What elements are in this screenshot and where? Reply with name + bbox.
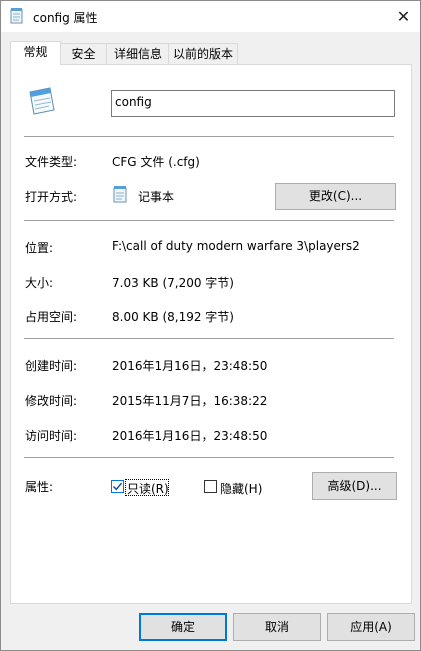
notepad-file-icon bbox=[10, 8, 23, 24]
modified-value: 2015年11月7日，16:38:22 bbox=[112, 394, 268, 408]
separator bbox=[24, 457, 394, 458]
size-on-disk-value: 8.00 KB (8,192 字节) bbox=[112, 310, 234, 324]
notepad-icon bbox=[113, 186, 127, 203]
ok-button[interactable]: 确定 bbox=[139, 613, 227, 641]
close-button[interactable]: ✕ bbox=[387, 1, 420, 32]
properties-window: config 属性 ✕ 常规 安全 详细信息 以前的版本 config 文件类型… bbox=[0, 0, 421, 651]
title-bar[interactable]: config 属性 ✕ bbox=[1, 1, 420, 32]
location-label: 位置: bbox=[25, 241, 54, 255]
file-name-input[interactable]: config bbox=[111, 90, 395, 117]
separator bbox=[24, 136, 394, 137]
cancel-button[interactable]: 取消 bbox=[233, 613, 321, 641]
attributes-label: 属性: bbox=[25, 480, 54, 494]
window-title: config 属性 bbox=[33, 11, 98, 25]
general-panel bbox=[10, 64, 412, 604]
tab-security[interactable]: 安全 bbox=[59, 43, 108, 64]
readonly-label[interactable]: 只读(R) bbox=[127, 480, 169, 497]
change-button[interactable]: 更改(C)... bbox=[275, 183, 396, 210]
accessed-label: 访问时间: bbox=[25, 429, 78, 443]
hidden-checkbox[interactable] bbox=[204, 480, 217, 493]
size-value: 7.03 KB (7,200 字节) bbox=[112, 276, 234, 290]
separator bbox=[24, 220, 394, 221]
separator bbox=[24, 338, 394, 339]
advanced-button[interactable]: 高级(D)... bbox=[312, 472, 397, 500]
notepad-large-icon bbox=[29, 87, 55, 115]
size-on-disk-label: 占用空间: bbox=[25, 310, 78, 324]
file-type-label: 文件类型: bbox=[25, 155, 78, 169]
accessed-value: 2016年1月16日，23:48:50 bbox=[112, 429, 268, 443]
hidden-label[interactable]: 隐藏(H) bbox=[220, 480, 262, 497]
tab-details[interactable]: 详细信息 bbox=[106, 43, 170, 64]
apply-button[interactable]: 应用(A) bbox=[327, 613, 415, 641]
tab-general[interactable]: 常规 bbox=[10, 41, 61, 65]
location-value: F:\call of duty modern warfare 3\players… bbox=[112, 239, 360, 253]
created-label: 创建时间: bbox=[25, 359, 78, 373]
opens-with-label: 打开方式: bbox=[25, 190, 78, 204]
size-label: 大小: bbox=[25, 276, 54, 290]
tab-previous-versions[interactable]: 以前的版本 bbox=[168, 43, 238, 64]
checkmark-icon bbox=[113, 482, 123, 491]
modified-label: 修改时间: bbox=[25, 394, 78, 408]
close-icon: ✕ bbox=[396, 7, 411, 26]
created-value: 2016年1月16日，23:48:50 bbox=[112, 359, 268, 373]
opens-with-value: 记事本 bbox=[138, 190, 175, 204]
file-type-value: CFG 文件 (.cfg) bbox=[112, 155, 200, 169]
readonly-checkbox[interactable] bbox=[111, 480, 124, 493]
